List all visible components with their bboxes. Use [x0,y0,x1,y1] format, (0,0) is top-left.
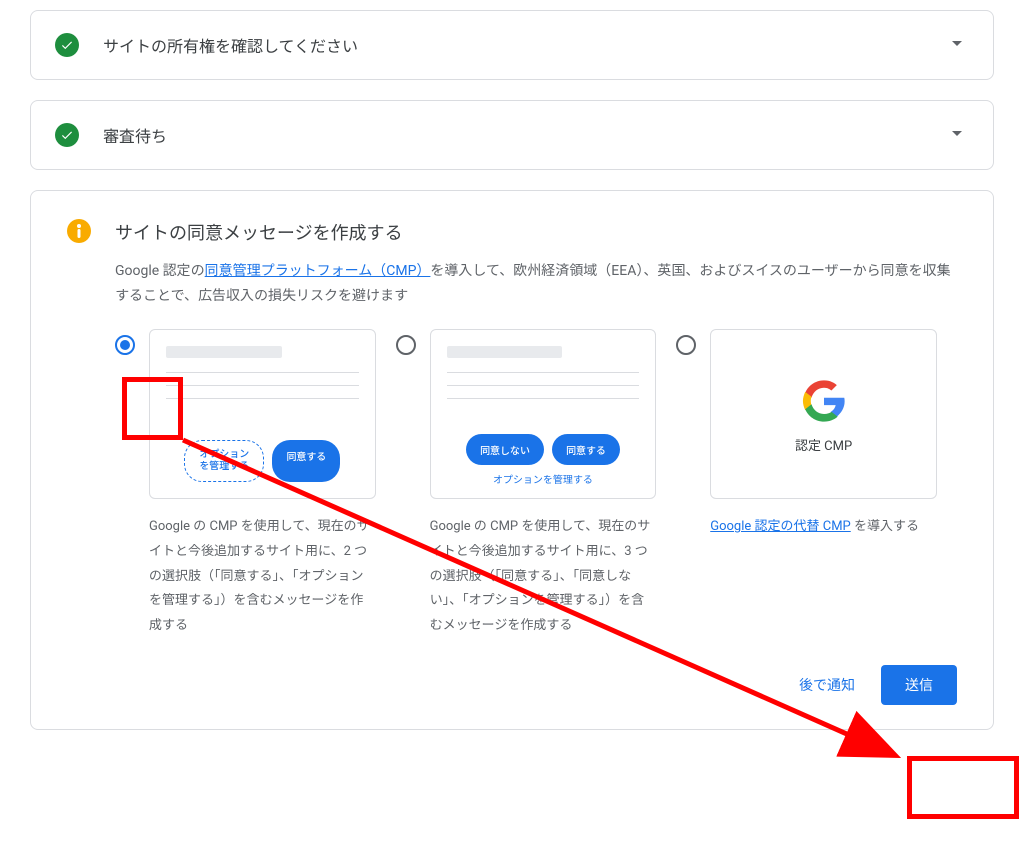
alt-cmp-link[interactable]: Google 認定の代替 CMP [710,519,851,534]
preview-option-3: 認定 CMP [710,329,937,499]
radio-option-3[interactable] [676,335,696,355]
manage-options-link: オプションを管理する [447,471,640,486]
manage-options-pill: オプションを管理する [184,440,264,482]
preview-option-1: オプションを管理する 同意する [149,329,376,499]
cmp-label: 認定 CMP [795,435,852,454]
check-icon [55,33,79,57]
disagree-pill: 同意しない [466,434,544,465]
google-logo-icon [802,379,846,423]
later-button[interactable]: 後で通知 [795,667,859,703]
consent-message-card: サイトの同意メッセージを作成する Google 認定の同意管理プラットフォーム（… [30,190,994,730]
warning-icon [67,219,91,243]
check-icon [55,123,79,147]
radio-option-1[interactable] [115,335,135,355]
cmp-link[interactable]: 同意管理プラットフォーム（CMP） [205,263,431,279]
verify-site-card[interactable]: サイトの所有権を確認してください [30,10,994,80]
preview-option-2: 同意しない 同意する オプションを管理する [430,329,657,499]
option-1-desc: Google の CMP を使用して、現在のサイトと今後追加するサイト用に、2 … [149,515,376,638]
option-2-desc: Google の CMP を使用して、現在のサイトと今後追加するサイト用に、3 … [430,515,657,638]
agree-pill: 同意する [272,440,340,482]
annotation-box-submit [907,756,1019,819]
agree-pill: 同意する [552,434,620,465]
section-title: サイトの同意メッセージを作成する [115,219,957,245]
verify-site-title: サイトの所有権を確認してください [103,33,945,57]
review-wait-title: 審査待ち [103,123,945,147]
chevron-down-icon [945,121,969,149]
option-3-desc: Google 認定の代替 CMP を導入する [710,515,937,540]
option-3[interactable]: 認定 CMP Google 認定の代替 CMP を導入する [676,329,957,638]
review-wait-card[interactable]: 審査待ち [30,100,994,170]
section-description: Google 認定の同意管理プラットフォーム（CMP）を導入して、欧州経済領域（… [115,259,957,309]
option-2[interactable]: 同意しない 同意する オプションを管理する Google の CMP を使用して… [396,329,677,638]
option-1[interactable]: オプションを管理する 同意する Google の CMP を使用して、現在のサイ… [115,329,396,638]
chevron-down-icon [945,31,969,59]
submit-button[interactable]: 送信 [881,665,957,705]
radio-option-2[interactable] [396,335,416,355]
